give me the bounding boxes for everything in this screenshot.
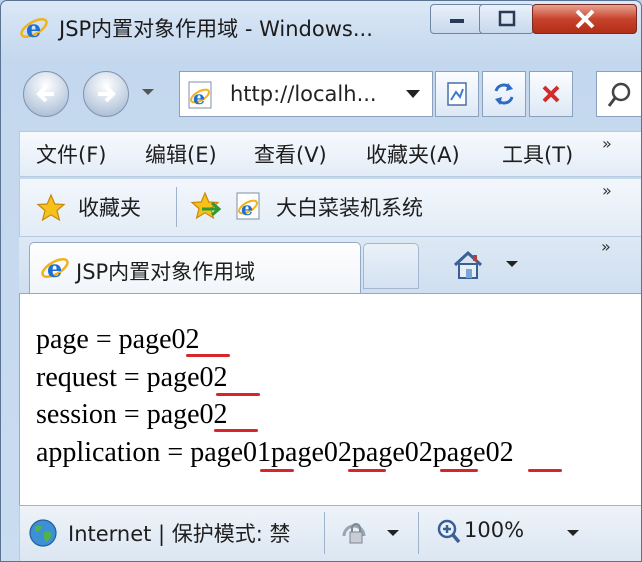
- favorites-star-icon: [36, 193, 66, 222]
- page-scope-line: page = page02: [36, 324, 200, 355]
- new-tab-button[interactable]: [363, 243, 419, 289]
- menu-edit[interactable]: 编辑(E): [145, 139, 217, 169]
- request-scope-line: request = page02: [36, 362, 228, 393]
- internet-globe-icon: [29, 519, 57, 547]
- page-content: page = page02 request = page02 session =…: [19, 293, 641, 505]
- stop-icon: [542, 85, 560, 103]
- page-ie-icon: e: [188, 81, 212, 109]
- maximize-button[interactable]: [479, 4, 534, 34]
- toolbar-overflow-chevron[interactable]: »: [601, 237, 611, 256]
- menu-favorites[interactable]: 收藏夹(A): [366, 139, 460, 169]
- address-bar[interactable]: e http://localh...: [179, 71, 433, 117]
- menu-file[interactable]: 文件(F): [36, 139, 106, 169]
- security-zone-text[interactable]: Internet | 保护模式: 禁: [68, 518, 291, 548]
- forward-button[interactable]: [83, 71, 129, 117]
- search-icon: [607, 82, 631, 107]
- search-button[interactable]: [596, 71, 641, 117]
- zoom-dropdown-icon[interactable]: [566, 528, 580, 538]
- menu-tools[interactable]: 工具(T): [502, 139, 573, 169]
- refresh-icon: [494, 83, 514, 105]
- address-text[interactable]: http://localh...: [230, 82, 377, 106]
- highlight-underline: [528, 469, 562, 472]
- back-button[interactable]: [23, 71, 69, 117]
- navigation-bar: e http://localh...: [1, 57, 641, 127]
- favorites-bar: 收藏夹 e 大白菜装机系统 »: [19, 179, 641, 237]
- highlight-underline: [260, 469, 294, 472]
- forward-arrow-icon: [98, 85, 116, 103]
- svg-text:e: e: [241, 198, 253, 220]
- close-icon: [575, 9, 594, 29]
- home-icon[interactable]: [451, 249, 485, 281]
- tab-bar: e JSP内置对象作用域 »: [19, 237, 641, 293]
- svg-text:e: e: [193, 87, 205, 109]
- favorite-link[interactable]: 大白菜装机系统: [276, 192, 423, 222]
- back-arrow-icon: [36, 85, 54, 103]
- add-to-favorites-icon[interactable]: [190, 191, 224, 221]
- compatibility-icon: [447, 82, 467, 106]
- title-bar: e JSP内置对象作用域 - Windows...: [1, 1, 641, 53]
- tab-title[interactable]: JSP内置对象作用域: [76, 256, 255, 286]
- highlight-underline: [440, 469, 478, 472]
- compatibility-view-button[interactable]: [435, 71, 479, 117]
- status-separator: [324, 512, 325, 554]
- close-button[interactable]: [532, 4, 637, 34]
- svg-text:e: e: [26, 14, 41, 43]
- ie-logo-icon: e: [20, 14, 48, 43]
- highlight-underline: [186, 354, 230, 357]
- protected-mode-dropdown-icon[interactable]: [386, 528, 400, 538]
- session-scope-line: session = page02: [36, 399, 228, 430]
- stop-button[interactable]: [529, 71, 573, 117]
- highlight-underline: [216, 393, 260, 396]
- zoom-level[interactable]: 100%: [464, 518, 524, 542]
- home-dropdown-icon[interactable]: [505, 259, 519, 269]
- protected-mode-icon[interactable]: [338, 516, 372, 550]
- window-title: JSP内置对象作用域 - Windows...: [59, 17, 373, 41]
- favorites-overflow-chevron[interactable]: »: [602, 181, 612, 200]
- menu-overflow-chevron[interactable]: »: [602, 134, 612, 153]
- highlight-underline: [348, 469, 386, 472]
- browser-window: e JSP内置对象作用域 - Windows... e http://local…: [0, 0, 642, 562]
- recent-pages-dropdown-icon[interactable]: [141, 87, 155, 97]
- refresh-button[interactable]: [482, 71, 526, 117]
- favorites-separator: [176, 187, 177, 227]
- tab-active[interactable]: e JSP内置对象作用域: [29, 242, 361, 293]
- zoom-icon[interactable]: [436, 518, 462, 546]
- minimize-icon: [449, 19, 464, 23]
- tab-ie-icon: e: [41, 254, 69, 283]
- menu-view[interactable]: 查看(V): [254, 139, 327, 169]
- favorite-link-ie-icon: e: [236, 192, 260, 220]
- minimize-button[interactable]: [430, 4, 485, 34]
- address-dropdown-icon[interactable]: [405, 88, 421, 100]
- maximize-icon: [498, 10, 515, 27]
- menu-bar: 文件(F) 编辑(E) 查看(V) 收藏夹(A) 工具(T) »: [19, 131, 641, 177]
- highlight-underline: [214, 429, 258, 432]
- status-bar: Internet | 保护模式: 禁 100%: [19, 505, 641, 561]
- favorites-button-label[interactable]: 收藏夹: [78, 192, 141, 222]
- status-separator: [418, 512, 419, 554]
- application-scope-line: application = page01page02page02page02: [36, 437, 514, 468]
- svg-text:e: e: [47, 254, 62, 283]
